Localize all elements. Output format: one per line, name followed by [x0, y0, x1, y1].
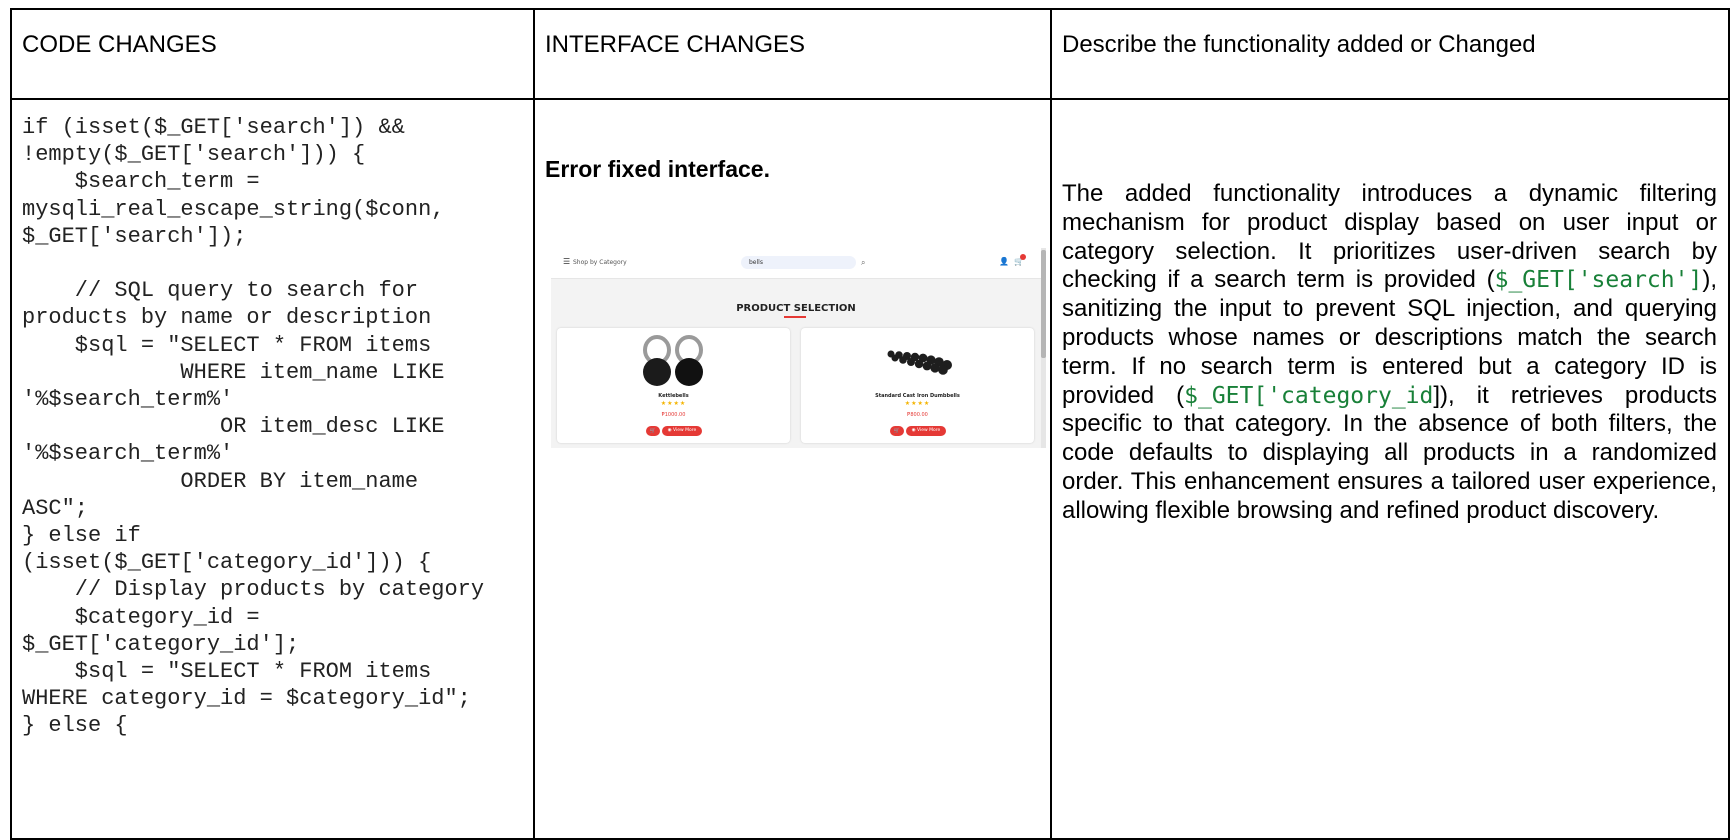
add-to-cart-button[interactable]: 🛒 [646, 426, 660, 436]
code-line: WHERE item_name LIKE [22, 359, 445, 385]
header-interface-label: INTERFACE CHANGES [545, 31, 806, 58]
view-more-button[interactable]: ◉ View More [906, 426, 946, 436]
product-card: Standard Cast Iron Dumbbells ★★★★ ₱800.0… [801, 328, 1034, 443]
code-line: (isset($_GET['category_id'])) { [22, 550, 432, 576]
header-interface-changes: INTERFACE CHANGES [535, 10, 1052, 100]
product-price: ₱800.00 [907, 412, 928, 418]
code-line: $category_id = [22, 604, 260, 630]
code-line: // SQL query to search for [22, 278, 419, 304]
search-input[interactable]: bells [741, 256, 856, 269]
product-rating: ★★★★ [660, 400, 687, 407]
product-name: Kettlebells [658, 393, 689, 399]
interface-title: Error fixed interface. [545, 156, 770, 182]
search-input-value: bells [749, 259, 763, 266]
kettlebell-image [635, 332, 713, 392]
code-line: $_GET['search']); [22, 223, 247, 249]
description-code-category: $_GET['category_id [1184, 382, 1434, 409]
screenshot-navbar: ☰ Shop by Category bells ⌕ 👤 🛒 [551, 248, 1041, 279]
code-line: $search_term = [22, 169, 260, 195]
scrollbar-thumb[interactable] [1041, 250, 1046, 358]
code-cell: if (isset($_GET['search']) && !empty($_G… [12, 100, 535, 840]
eye-icon: ◉ [911, 428, 916, 433]
product-name: Standard Cast Iron Dumbbells [875, 393, 960, 399]
view-more-label: View More [917, 428, 941, 433]
description-cell: The added functionality introduces a dyn… [1052, 100, 1730, 840]
code-line: $sql = "SELECT * FROM items [22, 332, 432, 358]
code-line: WHERE category_id = $category_id"; [22, 686, 471, 712]
code-line: '%$search_term%' [22, 441, 234, 467]
code-line: } else if [22, 523, 141, 549]
user-icon[interactable]: 👤 [999, 257, 1009, 266]
code-line: products by name or description [22, 305, 432, 331]
menu-icon[interactable]: ☰ [563, 257, 570, 266]
interface-screenshot: ☰ Shop by Category bells ⌕ 👤 🛒 PRODUCT S… [551, 248, 1046, 448]
header-description-label: Describe the functionality added or Chan… [1062, 31, 1536, 58]
code-line: mysqli_real_escape_string($conn, [22, 196, 445, 222]
code-snippet: if (isset($_GET['search']) && !empty($_G… [22, 114, 484, 740]
view-more-label: View More [673, 428, 697, 433]
code-line: ORDER BY item_name [22, 468, 419, 494]
header-code-label: CODE CHANGES [22, 31, 217, 58]
code-line: OR item_desc LIKE [22, 414, 445, 440]
description-text: The added functionality introduces a dyn… [1062, 180, 1717, 526]
code-line: '%$search_term%' [22, 387, 234, 413]
header-description: Describe the functionality added or Chan… [1052, 10, 1730, 100]
description-code-search: $_GET['search'] [1494, 267, 1703, 294]
interface-cell: Error fixed interface. ☰ Shop by Categor… [535, 100, 1052, 840]
code-line: !empty($_GET['search'])) { [22, 142, 366, 168]
code-line: } else { [22, 713, 128, 739]
comparison-table: CODE CHANGES INTERFACE CHANGES Describe … [10, 8, 1730, 840]
cart-badge [1020, 254, 1026, 260]
product-rating: ★★★★ [904, 400, 931, 407]
dumbbells-image [879, 332, 957, 392]
eye-icon: ◉ [667, 428, 672, 433]
section-title: PRODUCT SELECTION [736, 303, 856, 314]
code-line: // Display products by category [22, 577, 485, 603]
product-price: ₱1000.00 [661, 412, 686, 418]
code-line: $_GET['category_id']; [22, 631, 300, 657]
product-card: Kettlebells ★★★★ ₱1000.00 🛒 ◉ View More [557, 328, 790, 443]
section-title-underline [784, 316, 806, 318]
view-more-button[interactable]: ◉ View More [662, 426, 702, 436]
code-line: $sql = "SELECT * FROM items [22, 659, 432, 685]
search-icon[interactable]: ⌕ [861, 258, 865, 268]
add-to-cart-button[interactable]: 🛒 [890, 426, 904, 436]
header-code-changes: CODE CHANGES [12, 10, 535, 100]
code-line: ASC"; [22, 495, 89, 521]
code-line: if (isset($_GET['search']) && [22, 115, 405, 140]
shop-by-category-link[interactable]: Shop by Category [573, 259, 627, 266]
